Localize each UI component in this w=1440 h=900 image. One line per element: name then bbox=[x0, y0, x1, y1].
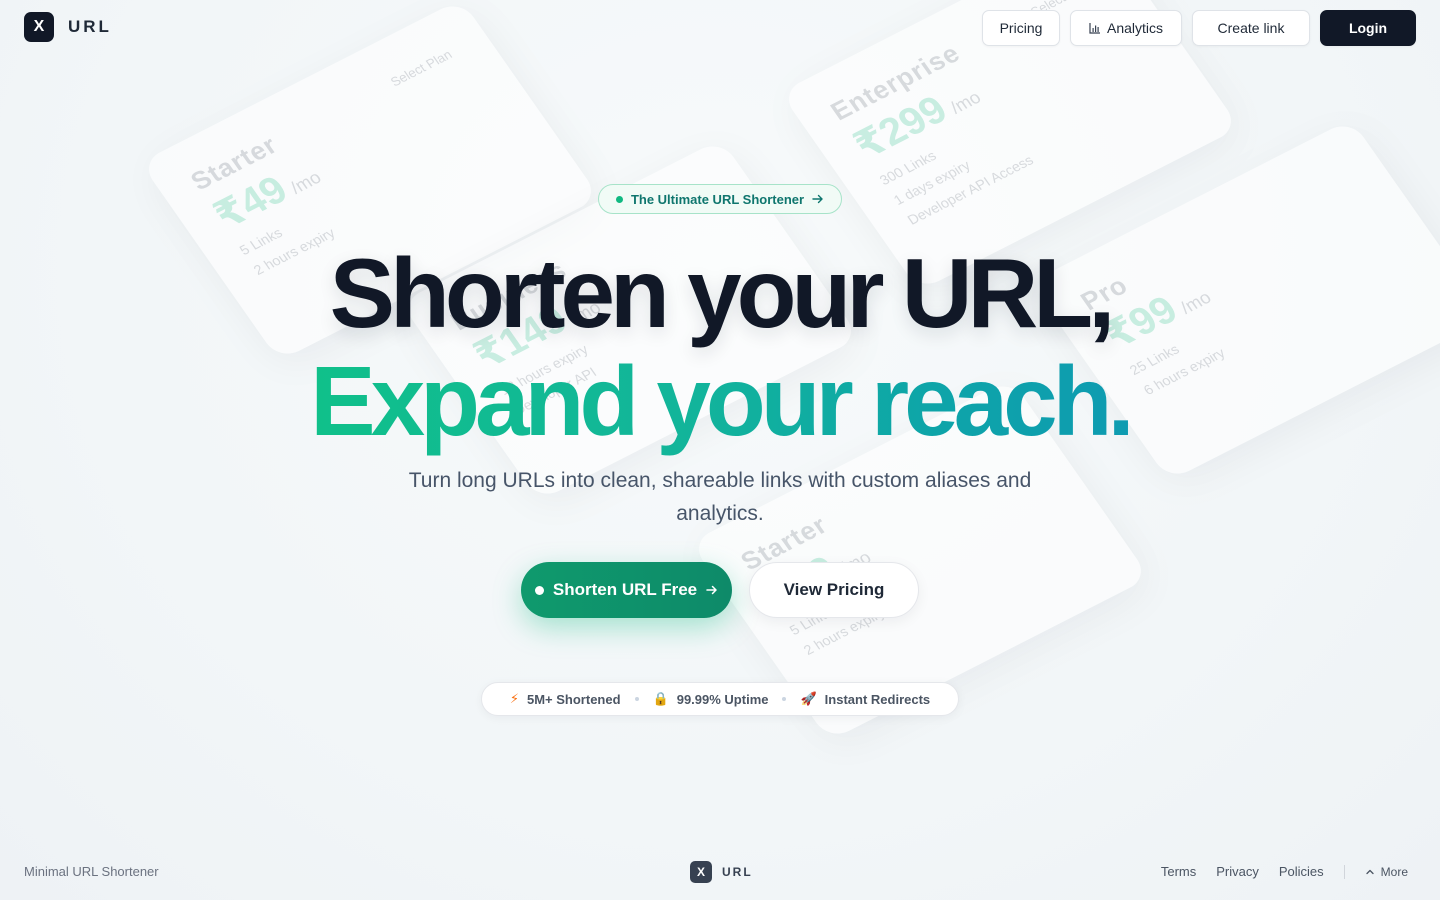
hero-badge[interactable]: The Ultimate URL Shortener bbox=[598, 184, 842, 214]
footer-tagline: Minimal URL Shortener bbox=[24, 864, 159, 879]
bg-card-feature: 5 Links bbox=[236, 224, 286, 258]
footer-more-label: More bbox=[1380, 864, 1408, 879]
rocket-icon: 🚀 bbox=[800, 691, 817, 706]
brand-name: URL bbox=[68, 17, 112, 36]
bg-card-feature: 1 days expiry bbox=[890, 157, 974, 208]
pricing-button[interactable]: Pricing bbox=[982, 10, 1060, 46]
top-header: X URL Pricing Analytics Create link Logi… bbox=[0, 0, 1440, 56]
create-link-button-label: Create link bbox=[1217, 20, 1285, 36]
footer-divider bbox=[1343, 864, 1345, 879]
cta-primary-label: Shorten URL Free bbox=[552, 580, 698, 599]
hero-headline-line1: Shorten your URL, bbox=[329, 238, 1116, 348]
stat-uptime: 🔒 99.99% Uptime bbox=[653, 691, 769, 707]
view-pricing-button[interactable]: View Pricing bbox=[749, 562, 919, 618]
status-dot-icon bbox=[615, 195, 623, 203]
top-nav: Pricing Analytics Create link Login bbox=[982, 10, 1416, 46]
stats-bar: ⚡ 5M+ Shortened 🔒 99.99% Uptime 🚀 Instan… bbox=[481, 682, 959, 716]
footer-link-privacy[interactable]: Privacy bbox=[1216, 864, 1259, 879]
hero-badge-label: The Ultimate URL Shortener bbox=[630, 191, 805, 207]
login-button[interactable]: Login bbox=[1320, 10, 1416, 46]
lock-icon: 🔒 bbox=[652, 691, 669, 706]
stat-separator bbox=[634, 697, 639, 701]
stat-label: 5M+ Shortened bbox=[526, 691, 621, 707]
footer-links: Terms Privacy Policies More bbox=[1161, 864, 1408, 879]
create-link-button[interactable]: Create link bbox=[1192, 10, 1310, 46]
arrow-right-icon bbox=[706, 585, 717, 595]
bg-card-feature: Developer API Access bbox=[904, 151, 1037, 228]
bg-card-price: ₹49/mo bbox=[205, 167, 325, 238]
stat-redirects: 🚀 Instant Redirects bbox=[800, 691, 930, 707]
logo-mark-icon: X bbox=[24, 12, 54, 42]
cta-dot-icon bbox=[534, 585, 544, 595]
stat-separator bbox=[782, 697, 787, 701]
stat-shortened: ⚡ 5M+ Shortened bbox=[510, 691, 621, 707]
bg-card-name: Starter bbox=[184, 129, 284, 196]
shorten-url-free-button[interactable]: Shorten URL Free bbox=[521, 562, 732, 618]
footer-logo-mark-icon: X bbox=[690, 861, 712, 883]
hero-subtitle: Turn long URLs into clean, shareable lin… bbox=[408, 469, 1032, 525]
footer-link-terms[interactable]: Terms bbox=[1161, 864, 1196, 879]
analytics-button-label: Analytics bbox=[1106, 20, 1164, 36]
hero-headline-line2: Expand your reach. bbox=[310, 346, 1135, 456]
lightning-icon: ⚡ bbox=[509, 691, 519, 706]
footer-link-policies[interactable]: Policies bbox=[1279, 864, 1324, 879]
stat-label: Instant Redirects bbox=[824, 691, 931, 707]
analytics-button[interactable]: Analytics bbox=[1070, 10, 1182, 46]
chevron-up-icon bbox=[1366, 869, 1374, 874]
bar-chart-icon bbox=[1089, 23, 1100, 34]
footer-logo[interactable]: X URL bbox=[690, 861, 753, 883]
pricing-button-label: Pricing bbox=[999, 20, 1043, 36]
footer-brand-name: URL bbox=[722, 865, 753, 879]
arrow-right-icon bbox=[812, 194, 823, 204]
bg-card-feature: 300 Links bbox=[876, 147, 940, 188]
brand-logo[interactable]: X URL bbox=[24, 12, 112, 42]
cta-secondary-label: View Pricing bbox=[783, 580, 885, 599]
stat-label: 99.99% Uptime bbox=[676, 691, 769, 707]
login-button-label: Login bbox=[1348, 20, 1388, 36]
footer-more-button[interactable]: More bbox=[1365, 865, 1408, 879]
